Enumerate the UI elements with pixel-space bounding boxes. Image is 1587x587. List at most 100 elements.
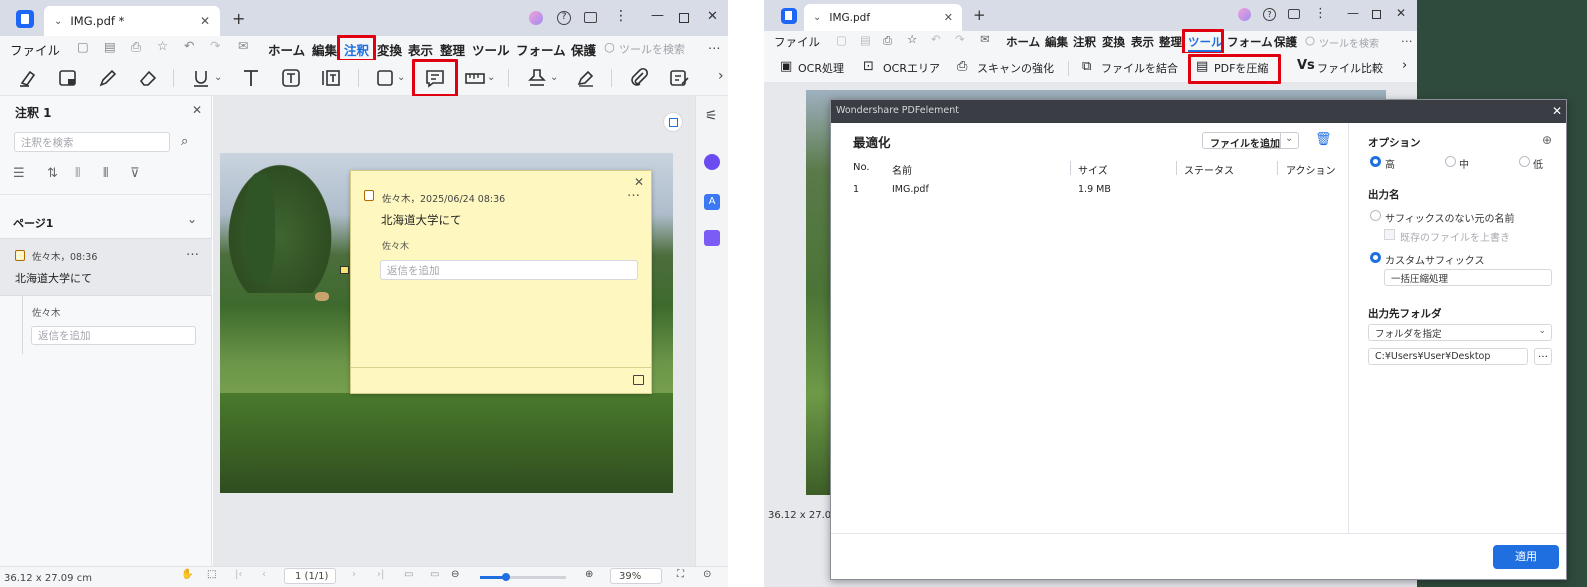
new-tab-icon[interactable]: +: [232, 9, 245, 28]
undo-icon[interactable]: ↶: [184, 38, 194, 53]
folder-path-input[interactable]: C:¥Users¥User¥Desktop: [1368, 348, 1528, 365]
area-highlight-icon[interactable]: [57, 67, 79, 89]
menu-view[interactable]: 表示: [1131, 34, 1154, 50]
print-icon[interactable]: ▤: [860, 33, 871, 47]
print-icon[interactable]: ▤: [104, 39, 116, 54]
close-window-icon[interactable]: ✕: [707, 9, 718, 24]
star-icon[interactable]: ☆: [157, 38, 168, 53]
check-icon[interactable]: [704, 230, 720, 246]
printer-icon[interactable]: ⎙: [131, 39, 141, 55]
redo-icon[interactable]: ↷: [955, 32, 965, 46]
eraser-icon[interactable]: [137, 67, 159, 89]
pencil-icon[interactable]: [97, 67, 119, 89]
last-page-icon[interactable]: ›|: [377, 569, 384, 580]
compress-button[interactable]: PDFを圧縮: [1214, 60, 1268, 76]
search-tools-input[interactable]: ツールを検索: [619, 41, 685, 57]
close-tab-icon[interactable]: ✕: [944, 11, 953, 24]
ocr-button[interactable]: OCR処理: [798, 60, 844, 76]
more-icon[interactable]: …: [1401, 31, 1413, 45]
menu-edit[interactable]: 編集: [312, 40, 337, 59]
underline-icon[interactable]: [190, 67, 212, 89]
combine-button[interactable]: ファイルを結合: [1101, 60, 1178, 76]
quality-low-radio[interactable]: [1519, 156, 1530, 167]
fullscreen-icon[interactable]: ⛶: [677, 569, 684, 580]
document-tab[interactable]: ⌄ IMG.pdf * ✕: [44, 6, 220, 36]
menu-protect[interactable]: 保護: [571, 40, 596, 59]
copy-icon[interactable]: [633, 375, 644, 385]
scan-enhance-button[interactable]: スキャンの強化: [977, 60, 1054, 76]
note-more-icon[interactable]: …: [627, 185, 640, 200]
menu-convert[interactable]: 変換: [1102, 34, 1125, 50]
suffix-input[interactable]: 一括圧縮処理: [1384, 269, 1552, 286]
quality-high-radio[interactable]: [1370, 156, 1381, 167]
menu-tools[interactable]: ツール: [472, 40, 510, 59]
compare-button[interactable]: ファイル比較: [1317, 60, 1383, 76]
redo-icon[interactable]: ↷: [210, 38, 220, 53]
close-panel-icon[interactable]: ✕: [192, 103, 202, 117]
feedback-icon[interactable]: [584, 12, 597, 23]
translate-icon[interactable]: A: [704, 194, 720, 210]
fit-icon[interactable]: ⊙: [703, 569, 711, 580]
help-icon[interactable]: ?: [557, 11, 571, 25]
page-number-input[interactable]: 1 (1/1): [284, 568, 336, 584]
first-page-icon[interactable]: |‹: [235, 569, 242, 580]
zoom-slider[interactable]: [480, 573, 566, 581]
comment-search-input[interactable]: 注釈を検索: [14, 132, 170, 152]
menu-organize[interactable]: 整理: [440, 40, 465, 59]
menu-home[interactable]: ホーム: [1006, 34, 1040, 50]
avatar[interactable]: [1238, 8, 1251, 21]
toolbar-scroll-right-icon[interactable]: ›: [1402, 58, 1407, 73]
more-menu-icon[interactable]: ⋮: [1314, 6, 1327, 21]
menu-file[interactable]: ファイル: [10, 40, 60, 59]
note-reply-input[interactable]: 返信を追加: [380, 260, 638, 280]
attachment-icon[interactable]: [628, 67, 650, 89]
signature-icon[interactable]: [575, 67, 597, 89]
feedback-icon[interactable]: [1288, 9, 1300, 19]
menu-home[interactable]: ホーム: [268, 40, 305, 59]
text-icon[interactable]: [240, 67, 262, 89]
table-row[interactable]: 1 IMG.pdf 1.9 MB: [846, 180, 1341, 198]
menu-protect[interactable]: 保護: [1274, 34, 1297, 50]
ai-assistant-icon[interactable]: [704, 154, 720, 170]
select-tool-icon[interactable]: ⬚: [207, 569, 216, 580]
overwrite-checkbox[interactable]: [1384, 229, 1395, 240]
minimize-icon[interactable]: —: [651, 8, 664, 23]
folder-select[interactable]: フォルダを指定 ⌄: [1368, 324, 1552, 341]
menu-view[interactable]: 表示: [408, 40, 433, 59]
menu-form[interactable]: フォーム: [516, 40, 566, 59]
printer-icon[interactable]: ⎙: [883, 33, 892, 48]
expand-icon[interactable]: ⫴: [103, 166, 108, 181]
search-tools-input[interactable]: ツールを検索: [1319, 35, 1379, 50]
callout-icon[interactable]: [320, 67, 342, 89]
close-tab-icon[interactable]: ✕: [200, 14, 210, 28]
no-suffix-radio[interactable]: [1370, 210, 1381, 221]
hand-tool-icon[interactable]: ✋: [181, 569, 193, 580]
avatar[interactable]: [529, 11, 543, 25]
minimize-icon[interactable]: —: [1347, 6, 1359, 20]
menu-convert[interactable]: 変換: [377, 40, 402, 59]
maximize-icon[interactable]: [1372, 10, 1381, 19]
add-file-button[interactable]: ファイルを追加 ⌄: [1202, 132, 1299, 150]
help-icon[interactable]: ?: [1263, 8, 1276, 21]
menu-tools[interactable]: ツール: [1188, 34, 1223, 52]
single-page-icon[interactable]: ▭: [404, 569, 413, 580]
star-icon[interactable]: ☆: [907, 32, 917, 46]
options-add-icon[interactable]: ⊕: [1542, 133, 1552, 147]
more-icon[interactable]: …: [708, 37, 721, 52]
dialog-close-icon[interactable]: ✕: [1552, 104, 1562, 118]
list-icon[interactable]: ☰: [13, 166, 25, 181]
panel-reply-input[interactable]: 返信を追加: [31, 326, 196, 345]
quality-mid-radio[interactable]: [1445, 156, 1456, 167]
menu-comment[interactable]: 注釈: [1073, 34, 1096, 50]
maximize-icon[interactable]: [679, 13, 689, 23]
mail-icon[interactable]: ✉: [238, 38, 248, 53]
stamp-icon[interactable]: [526, 67, 548, 89]
zoom-select[interactable]: 39%: [610, 568, 662, 584]
comment-item[interactable]: [0, 238, 212, 296]
browse-folder-button[interactable]: …: [1534, 348, 1552, 365]
measure-icon[interactable]: [464, 67, 486, 89]
note-icon[interactable]: [424, 67, 446, 89]
sort-icon[interactable]: ⇅: [47, 166, 58, 181]
shape-icon[interactable]: [374, 67, 396, 89]
prev-page-icon[interactable]: ‹: [262, 569, 266, 580]
